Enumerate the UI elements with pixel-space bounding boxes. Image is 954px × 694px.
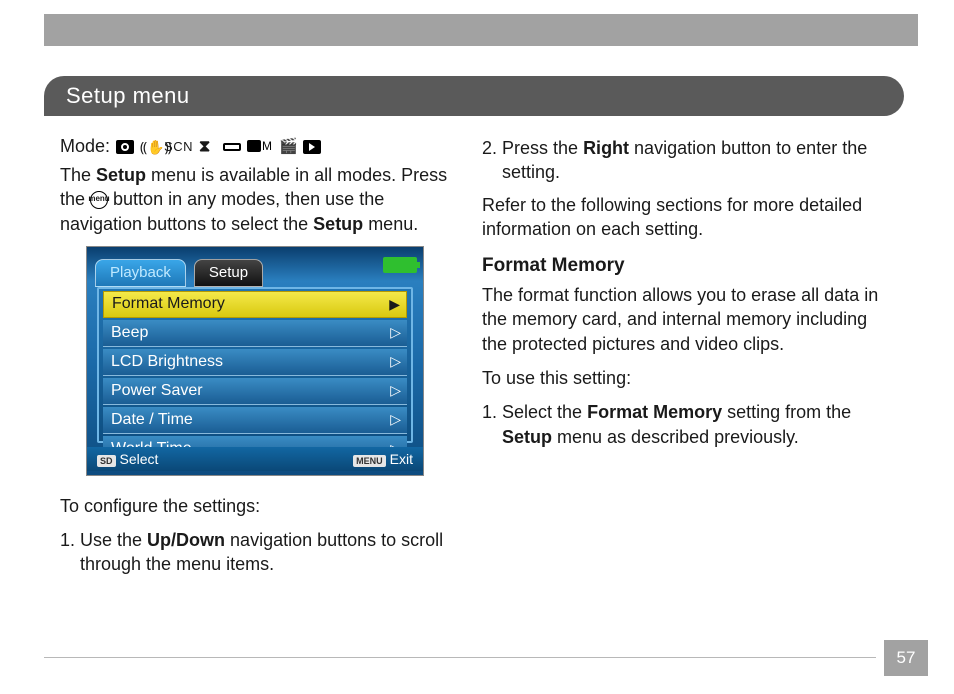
page-number: 57 — [884, 640, 928, 676]
configure-label: To configure the settings: — [60, 494, 454, 518]
battery-icon — [383, 257, 417, 273]
section-title: Setup menu — [66, 83, 190, 109]
left-step-1: 1. Use the Up/Down navigation buttons to… — [60, 528, 454, 577]
tab-playback[interactable]: Playback — [95, 259, 186, 287]
lcd-footer-select: SDSelect — [97, 451, 158, 467]
anti-shake-icon: ⸨✋⸩ — [140, 140, 158, 154]
playback-icon — [303, 140, 321, 154]
chevron-right-icon: ▷ — [390, 324, 401, 341]
menu-item-format-memory[interactable]: Format Memory▶ — [103, 291, 407, 318]
menu-badge-icon: MENU — [353, 455, 386, 467]
chevron-right-icon: ▶ — [389, 296, 400, 313]
menu-button-icon: menu — [90, 191, 108, 209]
camera-m-icon — [247, 140, 273, 154]
header-gray-bar — [44, 14, 918, 46]
menu-item-date-time[interactable]: Date / Time▷ — [103, 407, 407, 434]
tab-setup[interactable]: Setup — [194, 259, 263, 287]
sd-badge-icon: SD — [97, 455, 116, 467]
camera-icon — [116, 140, 134, 154]
mode-line: Mode: ⸨✋⸩ SCN ⧗ 🎬 — [60, 136, 454, 157]
lcd-menu-panel: Format Memory▶ Beep▷ LCD Brightness▷ Pow… — [97, 287, 413, 443]
refer-paragraph: Refer to the following sections for more… — [482, 193, 892, 242]
heading-format-memory: Format Memory — [482, 255, 892, 277]
no-flash-icon: ⧗ — [199, 140, 217, 154]
lcd-footer: SDSelect MENUExit — [87, 447, 423, 471]
intro-paragraph: The Setup menu is available in all modes… — [60, 163, 454, 236]
chevron-right-icon: ▷ — [390, 382, 401, 399]
movie-icon: 🎬 — [279, 140, 297, 154]
format-memory-description: The format function allows you to erase … — [482, 283, 892, 356]
lcd-screenshot: Playback Setup Format Memory▶ Beep▷ LCD … — [86, 246, 424, 476]
menu-item-beep[interactable]: Beep▷ — [103, 320, 407, 347]
section-title-bar: Setup menu — [44, 76, 904, 116]
panorama-icon — [223, 140, 241, 154]
chevron-right-icon: ▷ — [390, 353, 401, 370]
footer-rule — [44, 657, 876, 658]
left-column: Mode: ⸨✋⸩ SCN ⧗ 🎬 The Setup menu is avai… — [60, 136, 454, 585]
right-column: 2. Press the Right navigation button to … — [482, 136, 892, 457]
lcd-tabs: Playback Setup — [87, 253, 423, 287]
to-use-label: To use this setting: — [482, 366, 892, 390]
lcd-footer-exit: MENUExit — [353, 451, 413, 467]
menu-item-power-saver[interactable]: Power Saver▷ — [103, 378, 407, 405]
mode-label: Mode: — [60, 136, 110, 157]
menu-item-lcd-brightness[interactable]: LCD Brightness▷ — [103, 349, 407, 376]
chevron-right-icon: ▷ — [390, 411, 401, 428]
right-step-2: 2. Press the Right navigation button to … — [482, 136, 892, 185]
format-memory-step-1: 1. Select the Format Memory setting from… — [482, 400, 892, 449]
